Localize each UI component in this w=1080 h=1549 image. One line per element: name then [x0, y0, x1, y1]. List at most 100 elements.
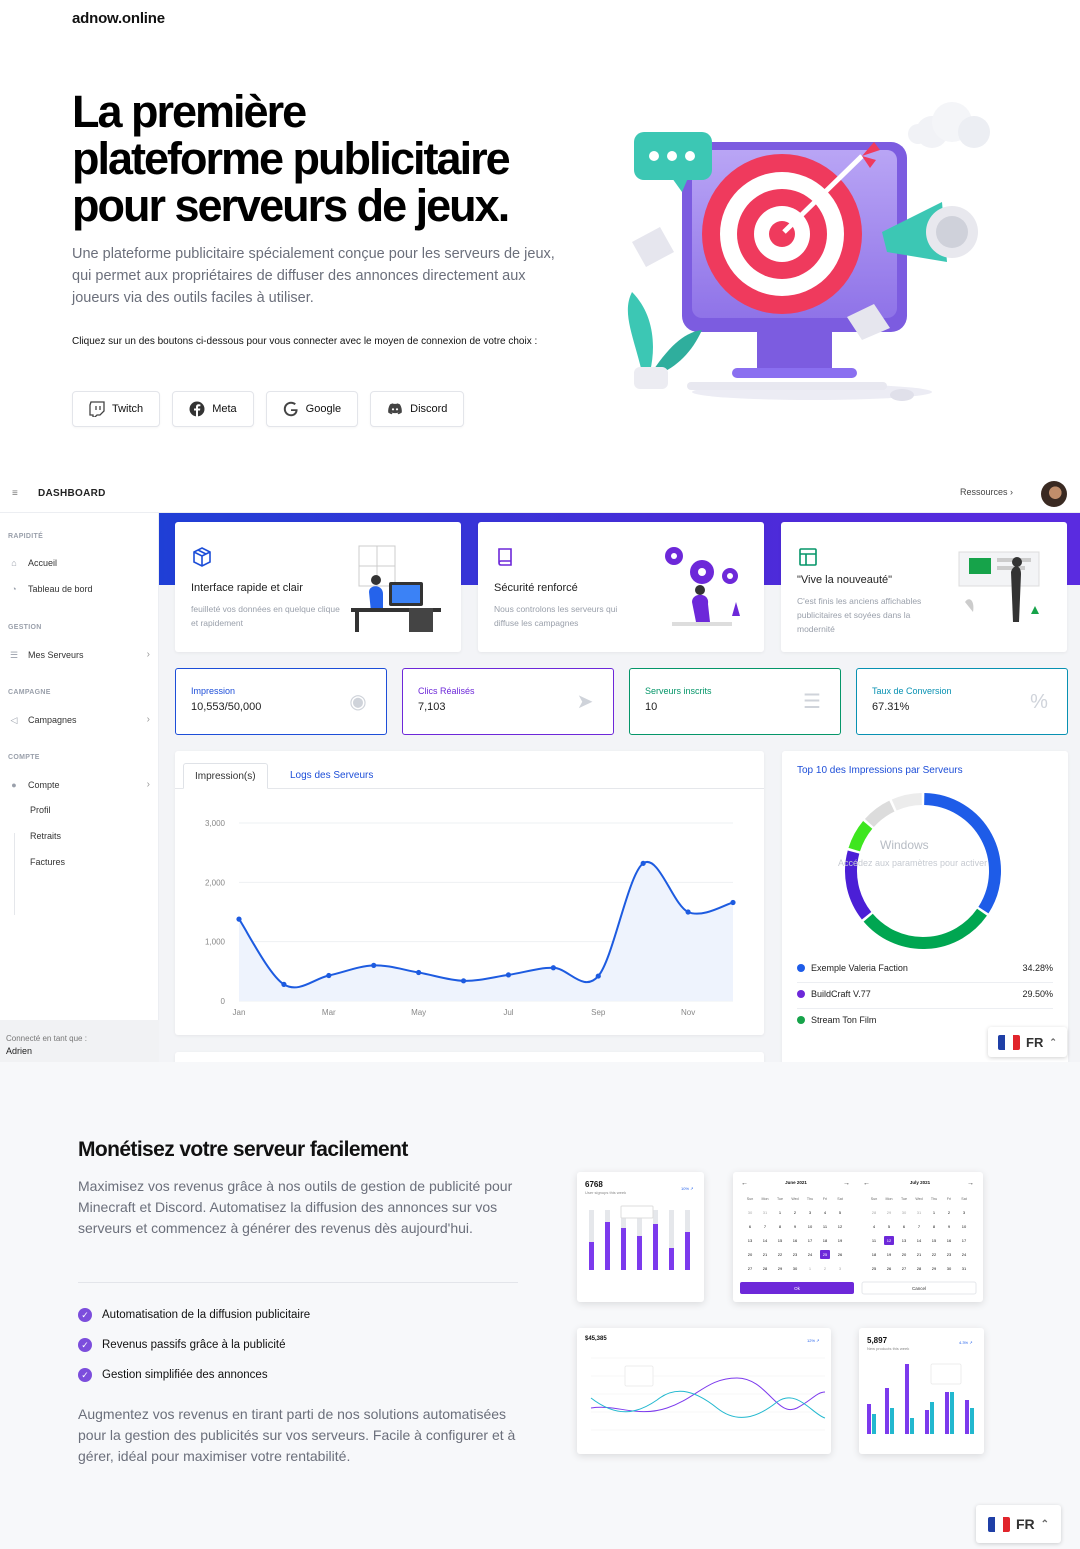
products-bar-chart — [867, 1363, 974, 1434]
calendar-day: 17 — [962, 1238, 967, 1243]
calendar-day: 30 — [947, 1266, 952, 1271]
france-flag-icon — [988, 1516, 1010, 1532]
stat-clics: Clics Réalisés 7,103 ➤ — [402, 668, 614, 735]
calendar-day: 3 — [963, 1210, 966, 1215]
products-trend: 4.3% ↗ — [959, 1340, 973, 1345]
language-label: FR — [1016, 1516, 1035, 1532]
data-point — [640, 860, 646, 866]
sidebar: RAPIDITÉ ⌂ Accueil ◔ Tableau de bord GESTI… — [0, 513, 159, 1062]
feature-item: ✓ Gestion simplifiée des annonces — [78, 1368, 268, 1382]
dashboard-topbar: ≡ DASHBOARD Ressources › — [0, 475, 1080, 513]
signups-caption: User signups this week — [585, 1190, 627, 1195]
sidebar-item-label: Compte — [28, 779, 60, 790]
calendar-day: 29 — [932, 1266, 937, 1271]
y-tick-label: 0 — [221, 997, 226, 1006]
sidebar-item-campagnes[interactable]: ◁ Campagnes › — [8, 714, 150, 725]
signups-bar-chart — [589, 1205, 690, 1270]
legend-pct: 34.28% — [1022, 963, 1053, 973]
sidebar-subitem-factures[interactable]: Factures — [30, 857, 65, 867]
revenue-trend: 12% ↗ — [807, 1338, 820, 1343]
products-widget: 5,897 New products this week 4.3% ↗ — [859, 1328, 984, 1454]
feature-label: Gestion simplifiée des annonces — [102, 1369, 268, 1381]
calendar-day: 26 — [887, 1266, 892, 1271]
layout-icon — [799, 548, 817, 566]
monetize-title: Monétisez votre serveur facilement — [78, 1138, 408, 1161]
data-point — [326, 972, 332, 979]
resources-menu[interactable]: Ressources › — [960, 487, 1013, 497]
server-icon: ☰ — [9, 649, 19, 660]
language-switcher[interactable]: FR ⌃ — [988, 1027, 1067, 1057]
calendar-day: 25 — [823, 1252, 828, 1257]
avatar[interactable] — [1041, 481, 1067, 507]
language-switcher-bottom[interactable]: FR ⌃ — [976, 1505, 1062, 1543]
donut-slice — [924, 793, 1001, 914]
sidebar-item-serveurs[interactable]: ☰ Mes Serveurs › — [8, 649, 150, 660]
discord-label: Discord — [410, 403, 448, 415]
eye-icon: ◉ — [349, 691, 367, 713]
sidebar-item-label: Mes Serveurs — [28, 649, 84, 660]
calendar-day: 2 — [948, 1210, 951, 1215]
legend-dot — [797, 964, 805, 972]
calendar-day: 15 — [932, 1238, 937, 1243]
calendar-day: 31 — [962, 1266, 967, 1271]
legend-dot — [797, 990, 805, 998]
arrow-left-icon: ← — [741, 1180, 748, 1187]
calendar-day: 6 — [749, 1224, 752, 1229]
legend-item: BuildCraft V.77 29.50% — [797, 989, 1053, 999]
sidebar-item-accueil[interactable]: ⌂ Accueil — [8, 558, 150, 568]
calendar-day: 30 — [902, 1210, 907, 1215]
legend-name: Exemple Valeria Faction — [811, 963, 908, 973]
gauge-icon: ◔ — [11, 584, 17, 594]
x-tick-label: May — [411, 1008, 426, 1017]
meta-login-button[interactable]: Meta — [172, 391, 254, 427]
calendar-day: 18 — [823, 1238, 828, 1243]
calendar-day: 27 — [902, 1266, 907, 1271]
calendar-day: 28 — [872, 1210, 877, 1215]
submenu-line — [14, 833, 15, 915]
x-tick-label: Sep — [591, 1008, 606, 1017]
calendar-day: 8 — [779, 1224, 782, 1229]
calendar-day: 31 — [763, 1210, 768, 1215]
data-point — [371, 962, 377, 968]
hero-title-line: La première — [72, 86, 307, 137]
calendar-day: 4 — [873, 1224, 876, 1229]
sidebar-subitem-retraits[interactable]: Retraits — [30, 831, 61, 841]
calendar-day: 27 — [748, 1266, 753, 1271]
brand-logo[interactable]: adnow.online — [72, 10, 165, 27]
revenue-widget: $45,385 12% ↗ — [577, 1328, 831, 1454]
info-card-nouveaute: "Vive la nouveauté" C'est finis les anci… — [781, 522, 1067, 652]
sidebar-section-compte: COMPTE — [8, 754, 40, 761]
calendar-day: 16 — [947, 1238, 952, 1243]
calendar-day: 4 — [824, 1210, 827, 1215]
discord-icon — [388, 403, 402, 415]
calendar-day: 9 — [948, 1224, 951, 1229]
donut-slice — [864, 800, 895, 828]
top-servers-donut-chart — [845, 793, 1001, 949]
feature-item: ✓ Automatisation de la diffusion publicit… — [78, 1308, 310, 1322]
calendar-day: 7 — [918, 1224, 921, 1229]
tab-logs-serveurs[interactable]: Logs des Serveurs — [279, 763, 384, 789]
menu-icon[interactable]: ≡ — [12, 489, 22, 499]
sidebar-item-compte[interactable]: ● Compte › — [8, 779, 150, 790]
calendar-day: 10 — [808, 1224, 813, 1229]
sidebar-item-tableau[interactable]: ◔ Tableau de bord — [8, 584, 150, 594]
data-point — [236, 916, 242, 922]
twitch-login-button[interactable]: Twitch — [72, 391, 161, 427]
discord-login-button[interactable]: Discord — [370, 391, 465, 427]
legend-name: BuildCraft V.77 — [811, 989, 871, 999]
legend-name: Stream Ton Film — [811, 1015, 877, 1025]
calendar-day: 29 — [887, 1210, 892, 1215]
meta-label: Meta — [212, 403, 237, 415]
google-login-button[interactable]: Google — [265, 391, 359, 427]
calendar-day: 29 — [778, 1266, 783, 1271]
calendar-day: 21 — [917, 1252, 922, 1257]
donut-slice — [848, 821, 873, 852]
stat-label: Serveurs inscrits — [645, 686, 712, 696]
sidebar-section-campagne: CAMPAGNE — [8, 689, 51, 696]
calendar-month-june: June 2021 — [785, 1180, 807, 1185]
sidebar-subitem-profil[interactable]: Profil — [30, 805, 51, 815]
logged-in-label: Connecté en tant que : — [6, 1034, 87, 1043]
y-tick-label: 1,000 — [205, 938, 226, 947]
tab-impressions[interactable]: Impression(s) — [183, 763, 268, 789]
calendar-day: 19 — [838, 1238, 843, 1243]
